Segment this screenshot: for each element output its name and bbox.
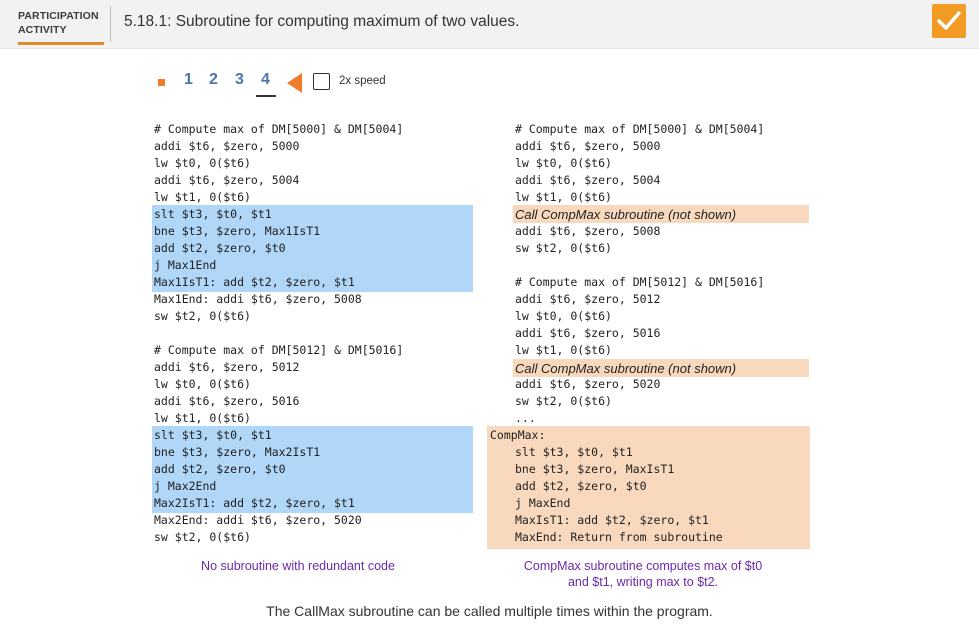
label-line-2: ACTIVITY bbox=[18, 24, 67, 36]
right-caption-line-1: CompMax subroutine computes max of $t0 bbox=[523, 559, 763, 573]
code-line: Max2IsT1: add $t2, $zero, $t1 bbox=[154, 496, 355, 510]
speed-checkbox[interactable] bbox=[313, 73, 330, 90]
code-line: slt $t3, $t0, $t1 bbox=[515, 445, 633, 459]
code-line: # Compute max of DM[5000] & DM[5004] bbox=[515, 122, 765, 136]
code-line: addi $t6, $zero, 5008 bbox=[515, 224, 661, 238]
checkmark-icon bbox=[937, 11, 961, 30]
code-line: slt $t3, $t0, $t1 bbox=[154, 428, 272, 442]
left-caption: No subroutine with redundant code bbox=[201, 559, 395, 573]
code-line: sw $t2, 0($t6) bbox=[154, 309, 251, 323]
code-line: # Compute max of DM[5012] & DM[5016] bbox=[154, 343, 404, 357]
step-4-button[interactable]: 4 bbox=[261, 71, 270, 89]
code-line: add $t2, $zero, $t0 bbox=[154, 241, 286, 255]
call-compmax-line: Call CompMax subroutine (not shown) bbox=[515, 361, 737, 376]
play-back-icon[interactable] bbox=[287, 73, 302, 93]
step-3-button[interactable]: 3 bbox=[235, 71, 244, 89]
code-line: # Compute max of DM[5000] & DM[5004] bbox=[154, 122, 404, 136]
code-line: sw $t2, 0($t6) bbox=[515, 241, 612, 255]
code-line: slt $t3, $t0, $t1 bbox=[154, 207, 272, 221]
code-line: lw $t0, 0($t6) bbox=[515, 309, 612, 323]
right-caption: CompMax subroutine computes max of $t0 a… bbox=[493, 558, 793, 590]
code-line: MaxEnd: Return from subroutine bbox=[515, 530, 723, 544]
code-line: j MaxEnd bbox=[515, 496, 571, 510]
start-button[interactable] bbox=[158, 79, 165, 86]
code-line: sw $t2, 0($t6) bbox=[154, 530, 251, 544]
code-line: lw $t0, 0($t6) bbox=[154, 156, 251, 170]
code-line: bne $t3, $zero, Max2IsT1 bbox=[154, 445, 321, 459]
code-line: lw $t1, 0($t6) bbox=[154, 190, 251, 204]
code-line: Max1IsT1: add $t2, $zero, $t1 bbox=[154, 275, 355, 289]
code-line: lw $t1, 0($t6) bbox=[515, 190, 612, 204]
activity-title: 5.18.1: Subroutine for computing maximum… bbox=[124, 13, 520, 30]
code-line: lw $t1, 0($t6) bbox=[515, 343, 612, 357]
code-line: addi $t6, $zero, 5016 bbox=[154, 394, 300, 408]
speed-label: 2x speed bbox=[339, 75, 386, 87]
code-line: j Max1End bbox=[154, 258, 217, 272]
activity-header: PARTICIPATION ACTIVITY 5.18.1: Subroutin… bbox=[0, 0, 979, 49]
code-line: addi $t6, $zero, 5004 bbox=[515, 173, 661, 187]
header-divider bbox=[110, 6, 111, 42]
code-line: lw $t0, 0($t6) bbox=[515, 156, 612, 170]
label-line-1: PARTICIPATION bbox=[18, 10, 99, 22]
code-line: add $t2, $zero, $t0 bbox=[515, 479, 647, 493]
step-1-button[interactable]: 1 bbox=[184, 71, 193, 89]
code-line: bne $t3, $zero, Max1IsT1 bbox=[154, 224, 321, 238]
code-line: Max2End: addi $t6, $zero, 5020 bbox=[154, 513, 362, 527]
current-step-indicator bbox=[256, 95, 276, 97]
right-caption-line-2: and $t1, writing max to $t2. bbox=[567, 575, 719, 589]
code-line: lw $t1, 0($t6) bbox=[154, 411, 251, 425]
code-line: # Compute max of DM[5012] & DM[5016] bbox=[515, 275, 765, 289]
code-line: addi $t6, $zero, 5012 bbox=[515, 292, 661, 306]
code-line: bne $t3, $zero, MaxIsT1 bbox=[515, 462, 675, 476]
step-description: The CallMax subroutine can be called mul… bbox=[266, 603, 713, 619]
code-line: MaxIsT1: add $t2, $zero, $t1 bbox=[515, 513, 709, 527]
code-line: addi $t6, $zero, 5016 bbox=[515, 326, 661, 340]
call-compmax-line: Call CompMax subroutine (not shown) bbox=[515, 207, 737, 222]
label-underline bbox=[18, 42, 104, 45]
code-line: addi $t6, $zero, 5000 bbox=[154, 139, 300, 153]
code-line: addi $t6, $zero, 5000 bbox=[515, 139, 661, 153]
step-2-button[interactable]: 2 bbox=[209, 71, 218, 89]
participation-activity-label: PARTICIPATION ACTIVITY bbox=[18, 9, 104, 37]
code-line: add $t2, $zero, $t0 bbox=[154, 462, 286, 476]
compmax-label: CompMax: bbox=[490, 428, 546, 442]
code-line: addi $t6, $zero, 5020 bbox=[515, 377, 661, 391]
code-line: j Max2End bbox=[154, 479, 217, 493]
code-line: addi $t6, $zero, 5012 bbox=[154, 360, 300, 374]
code-line: Max1End: addi $t6, $zero, 5008 bbox=[154, 292, 362, 306]
completion-badge bbox=[932, 4, 966, 38]
code-line: lw $t0, 0($t6) bbox=[154, 377, 251, 391]
ellipsis-line: ... bbox=[515, 411, 536, 425]
code-line: sw $t2, 0($t6) bbox=[515, 394, 612, 408]
code-line: addi $t6, $zero, 5004 bbox=[154, 173, 300, 187]
